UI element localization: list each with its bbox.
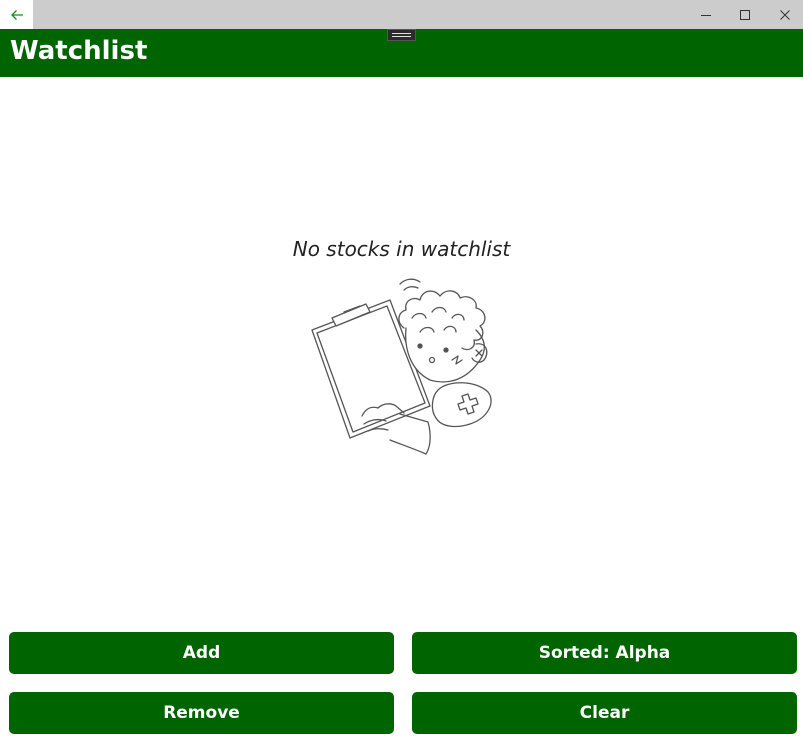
- sort-button[interactable]: Sorted: Alpha: [412, 632, 797, 674]
- add-button[interactable]: Add: [9, 632, 394, 674]
- empty-state-illustration: [311, 278, 492, 455]
- page-title: Watchlist: [10, 36, 148, 66]
- clear-button[interactable]: Clear: [412, 692, 797, 734]
- remove-button[interactable]: Remove: [9, 692, 394, 734]
- maximize-icon: [740, 9, 750, 20]
- drag-handle-line: [392, 33, 411, 34]
- drag-handle-line: [392, 36, 411, 37]
- drag-handle[interactable]: [387, 29, 416, 41]
- close-button[interactable]: [765, 0, 803, 29]
- minimize-button[interactable]: [686, 0, 726, 29]
- minimize-icon: [701, 14, 711, 16]
- arrow-left-icon: [10, 9, 23, 20]
- close-icon: [780, 9, 790, 20]
- back-button[interactable]: [0, 0, 33, 29]
- empty-state-message: No stocks in watchlist: [292, 237, 511, 261]
- window-title-bar: [0, 0, 803, 29]
- maximize-button[interactable]: [725, 0, 765, 29]
